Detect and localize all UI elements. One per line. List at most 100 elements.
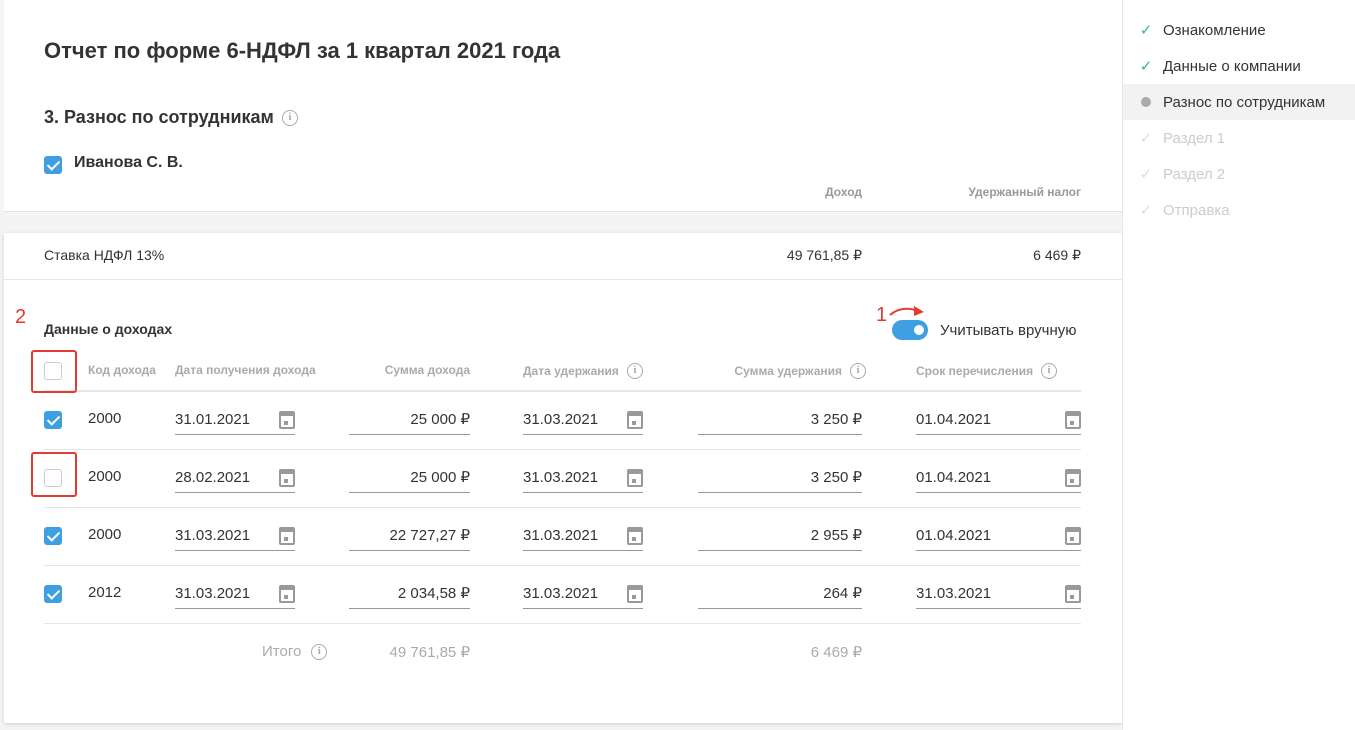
date-value: 31.03.2021 xyxy=(523,527,599,544)
check-icon: ✓ xyxy=(1139,130,1153,147)
info-icon[interactable]: i xyxy=(311,643,328,660)
annotation-box xyxy=(31,452,77,497)
date-value: 31.03.2021 xyxy=(523,469,599,486)
col-label: Сумма дохода xyxy=(384,363,470,377)
calendar-icon[interactable] xyxy=(279,411,295,429)
step-label: Раздел 1 xyxy=(1163,129,1226,147)
check-icon: ✓ xyxy=(1139,166,1153,183)
date-value: 28.02.2021 xyxy=(175,469,251,486)
step-label: Разнос по сотрудникам xyxy=(1163,93,1326,111)
divider xyxy=(4,279,1122,280)
hold-sum-input[interactable]: 2 955 ₽ xyxy=(698,521,862,551)
calendar-icon[interactable] xyxy=(627,411,643,429)
calendar-icon[interactable] xyxy=(279,585,295,603)
steps-sidebar: ✓ Ознакомление ✓ Данные о компании Разнос по… xyxy=(1122,0,1355,730)
date-value: 31.03.2021 xyxy=(175,527,251,544)
calendar-icon[interactable] xyxy=(1065,585,1081,603)
due-date-input[interactable]: 01.04.2021 xyxy=(916,521,1081,551)
calendar-icon[interactable] xyxy=(627,527,643,545)
hold-sum-input[interactable]: 3 250 ₽ xyxy=(698,463,862,493)
income-code: 2000 xyxy=(88,526,122,543)
col-due: Срок перечисления i xyxy=(916,363,1058,379)
manual-toggle-label: Учитывать вручную xyxy=(940,322,1077,339)
step-5[interactable]: ✓ Раздел 2 xyxy=(1123,156,1355,192)
income-date-input[interactable]: 31.03.2021 xyxy=(175,579,295,609)
income-sum-input[interactable]: 22 727,27 ₽ xyxy=(349,521,470,551)
calendar-icon[interactable] xyxy=(1065,411,1081,429)
calendar-icon[interactable] xyxy=(1065,527,1081,545)
due-date-input[interactable]: 01.04.2021 xyxy=(916,463,1081,493)
employee-checkbox[interactable] xyxy=(44,156,62,174)
date-value: 01.04.2021 xyxy=(916,527,992,544)
col-label: Код дохода xyxy=(88,363,156,377)
col-label: Срок перечисления xyxy=(916,364,1034,378)
step-label: Ознакомление xyxy=(1163,21,1266,39)
step-6[interactable]: ✓ Отправка xyxy=(1123,192,1355,228)
income-code: 2000 xyxy=(88,410,122,427)
row-divider xyxy=(44,565,1081,566)
calendar-icon[interactable] xyxy=(627,469,643,487)
manual-toggle[interactable] xyxy=(892,320,928,340)
income-date-input[interactable]: 28.02.2021 xyxy=(175,463,295,493)
date-value: 31.03.2021 xyxy=(916,585,992,602)
row-divider xyxy=(44,507,1081,508)
info-icon[interactable]: i xyxy=(626,363,643,379)
total-label: Итого i xyxy=(262,643,328,660)
due-date-input[interactable]: 31.03.2021 xyxy=(916,579,1081,609)
income-sum-input[interactable]: 2 034,58 ₽ xyxy=(349,579,470,609)
income-sum-input[interactable]: 25 000 ₽ xyxy=(349,463,470,493)
step-4[interactable]: ✓ Раздел 1 xyxy=(1123,120,1355,156)
hold-sum-input[interactable]: 264 ₽ xyxy=(698,579,862,609)
check-icon: ✓ xyxy=(1139,202,1153,219)
info-icon[interactable]: i xyxy=(281,109,298,126)
col-date: Дата получения дохода xyxy=(175,363,316,377)
section-title: 3. Разнос по сотрудникам i xyxy=(44,107,298,128)
date-value: 01.04.2021 xyxy=(916,411,992,428)
col-hold-date: Дата удержания i xyxy=(523,363,643,379)
hold-date-input[interactable]: 31.03.2021 xyxy=(523,579,643,609)
step-1[interactable]: ✓ Ознакомление xyxy=(1123,12,1355,48)
hold-date-input[interactable]: 31.03.2021 xyxy=(523,521,643,551)
date-value: 31.03.2021 xyxy=(175,585,251,602)
col-sum: Сумма дохода xyxy=(385,363,470,377)
step-label: Отправка xyxy=(1163,201,1230,219)
hold-date-input[interactable]: 31.03.2021 xyxy=(523,463,643,493)
calendar-icon[interactable] xyxy=(1065,469,1081,487)
annotation-arrow-icon xyxy=(889,306,924,316)
col-label: Дата удержания xyxy=(523,364,619,378)
hold-date-input[interactable]: 31.03.2021 xyxy=(523,405,643,435)
step-3[interactable]: Разнос по сотрудникам xyxy=(1123,84,1355,120)
income-date-input[interactable]: 31.01.2021 xyxy=(175,405,295,435)
calendar-icon[interactable] xyxy=(627,585,643,603)
row-checkbox[interactable] xyxy=(44,411,62,429)
income-code: 2000 xyxy=(88,468,122,485)
total-income: 49 761,85 ₽ xyxy=(389,644,470,661)
row-checkbox[interactable] xyxy=(44,527,62,545)
check-icon: ✓ xyxy=(1139,58,1153,75)
step-2[interactable]: ✓ Данные о компании xyxy=(1123,48,1355,84)
due-date-input[interactable]: 01.04.2021 xyxy=(916,405,1081,435)
col-label: Дата получения дохода xyxy=(175,363,316,377)
row-divider xyxy=(44,449,1081,450)
row-checkbox[interactable] xyxy=(44,585,62,603)
income-sum-input[interactable]: 25 000 ₽ xyxy=(349,405,470,435)
col-label: Сумма удержания xyxy=(734,364,842,378)
col-code: Код дохода xyxy=(88,363,156,377)
income-date-input[interactable]: 31.03.2021 xyxy=(175,521,295,551)
income-header: Доход xyxy=(825,185,862,199)
date-value: 01.04.2021 xyxy=(916,469,992,486)
date-value: 31.03.2021 xyxy=(523,585,599,602)
main-panel: Отчет по форме 6-НДФЛ за 1 квартал 2021 … xyxy=(4,0,1122,730)
calendar-icon[interactable] xyxy=(279,469,295,487)
rate-label: Ставка НДФЛ 13% xyxy=(44,247,165,263)
employee-name: Иванова С. В. xyxy=(74,154,183,171)
row-divider xyxy=(44,623,1081,624)
check-icon: ✓ xyxy=(1139,22,1153,39)
section-label: 3. Разнос по сотрудникам xyxy=(44,107,274,127)
info-icon[interactable]: i xyxy=(850,363,866,379)
info-icon[interactable]: i xyxy=(1041,363,1058,379)
hold-sum-input[interactable]: 3 250 ₽ xyxy=(698,405,862,435)
calendar-icon[interactable] xyxy=(279,527,295,545)
income-code: 2012 xyxy=(88,584,122,601)
rate-tax: 6 469 ₽ xyxy=(1033,247,1081,263)
